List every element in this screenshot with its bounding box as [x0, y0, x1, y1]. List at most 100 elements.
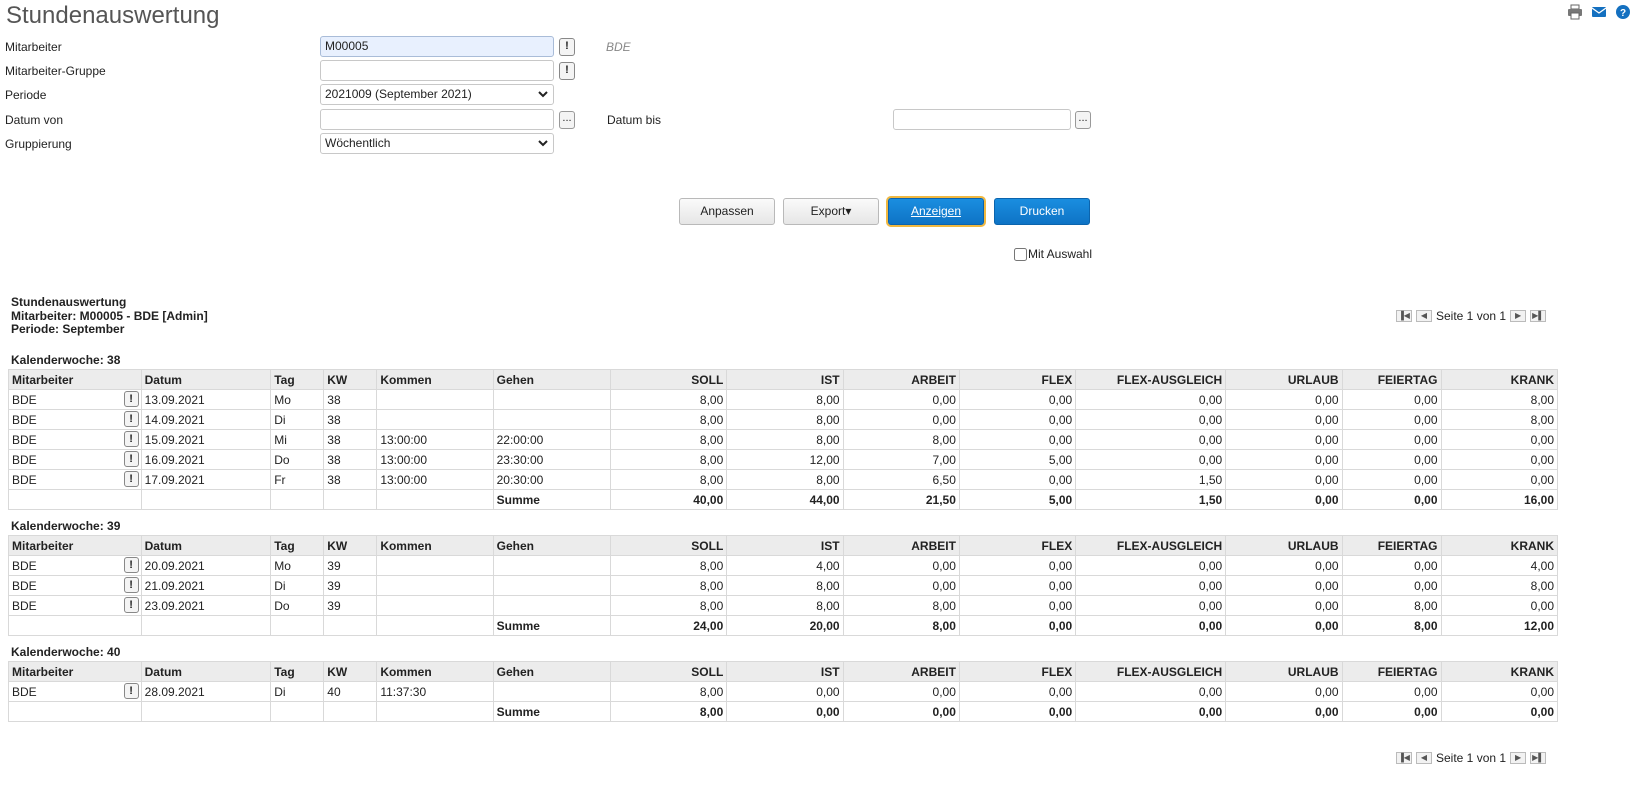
column-header[interactable]: KW: [323, 369, 378, 390]
column-header[interactable]: SOLL: [609, 369, 728, 390]
column-header[interactable]: Kommen: [376, 535, 494, 556]
column-header[interactable]: URLAUB: [1225, 369, 1343, 390]
anzeigen-button[interactable]: Anzeigen: [888, 198, 984, 225]
datum-von-input[interactable]: [320, 109, 554, 130]
mit-auswahl-checkbox[interactable]: [1014, 247, 1027, 261]
gruppe-input[interactable]: [320, 60, 554, 81]
column-header[interactable]: FLEX-AUSGLEICH: [1075, 661, 1227, 682]
table-cell: 0,00: [1341, 389, 1442, 410]
employee-info-button[interactable]: !: [123, 391, 139, 407]
table-cell: 0,00: [1440, 429, 1558, 450]
anpassen-button[interactable]: Anpassen: [679, 198, 775, 225]
help-icon[interactable]: ?: [1615, 4, 1631, 20]
next-page-icon[interactable]: ▶: [1510, 752, 1527, 764]
column-header[interactable]: IST: [726, 535, 844, 556]
prev-page-icon[interactable]: ◀: [1416, 310, 1432, 322]
employee-cell: BDE!: [8, 575, 142, 596]
table-cell: 38: [323, 409, 378, 430]
column-header[interactable]: Kommen: [376, 369, 494, 390]
column-header[interactable]: Datum: [140, 661, 272, 682]
table-cell: 38: [323, 449, 378, 470]
column-header[interactable]: Tag: [270, 535, 325, 556]
column-header[interactable]: Mitarbeiter: [8, 661, 142, 682]
column-header[interactable]: Gehen: [492, 535, 611, 556]
sum-cell: [376, 701, 494, 722]
sum-cell: [323, 489, 378, 510]
mail-icon[interactable]: [1591, 4, 1607, 20]
gruppierung-select[interactable]: Wöchentlich: [320, 133, 554, 154]
datum-bis-picker-button[interactable]: ...: [1075, 111, 1091, 129]
column-header[interactable]: Tag: [270, 661, 325, 682]
column-header[interactable]: ARBEIT: [842, 661, 960, 682]
last-page-icon[interactable]: ▶▌: [1530, 752, 1547, 764]
datum-bis-input[interactable]: [893, 109, 1071, 130]
column-header[interactable]: FLEX: [958, 369, 1077, 390]
column-header[interactable]: ARBEIT: [842, 369, 960, 390]
column-header[interactable]: Datum: [140, 369, 272, 390]
column-header[interactable]: KW: [323, 535, 378, 556]
column-header[interactable]: SOLL: [609, 661, 728, 682]
column-header[interactable]: Gehen: [492, 661, 611, 682]
table-cell: 28.09.2021: [140, 681, 272, 702]
column-header[interactable]: SOLL: [609, 535, 728, 556]
table-cell: 13:00:00: [376, 449, 494, 470]
column-header[interactable]: KRANK: [1440, 535, 1558, 556]
table-header-row: Mitarbeiter Datum Tag KW Kommen Gehen SOLL IST A…: [8, 661, 1558, 682]
column-header[interactable]: FEIERTAG: [1341, 369, 1442, 390]
column-header[interactable]: FLEX-AUSGLEICH: [1075, 535, 1227, 556]
first-page-icon[interactable]: ▐◀: [1396, 752, 1412, 764]
column-header[interactable]: FLEX-AUSGLEICH: [1075, 369, 1227, 390]
printer-icon[interactable]: [1567, 4, 1583, 20]
column-header[interactable]: FEIERTAG: [1341, 535, 1442, 556]
column-header[interactable]: Mitarbeiter: [8, 369, 142, 390]
employee-info-button[interactable]: !: [123, 597, 139, 613]
employee-info-button[interactable]: !: [123, 411, 139, 427]
prev-page-icon[interactable]: ◀: [1416, 752, 1432, 764]
column-header[interactable]: Mitarbeiter: [8, 535, 142, 556]
column-header[interactable]: Gehen: [492, 369, 611, 390]
table-cell: 0,00: [1341, 409, 1442, 430]
column-header[interactable]: ARBEIT: [842, 535, 960, 556]
mitarbeiter-input[interactable]: M00005: [320, 36, 554, 57]
sum-cell: [270, 489, 325, 510]
export-button[interactable]: Export▾: [783, 198, 879, 225]
table-cell: Di: [270, 575, 325, 596]
column-header[interactable]: URLAUB: [1225, 535, 1343, 556]
mit-auswahl-label: Mit Auswahl: [1028, 247, 1093, 261]
table-cell: 8,00: [842, 595, 960, 616]
table-cell: 8,00: [726, 409, 844, 430]
column-header[interactable]: KW: [323, 661, 378, 682]
employee-info-button[interactable]: !: [123, 451, 139, 467]
table-cell: 13:00:00: [376, 429, 494, 450]
employee-cell: BDE!: [8, 449, 142, 470]
next-page-icon[interactable]: ▶: [1510, 310, 1527, 322]
column-header[interactable]: KRANK: [1440, 369, 1558, 390]
gruppe-lookup-button[interactable]: !: [559, 62, 575, 80]
mitarbeiter-lookup-button[interactable]: !: [559, 38, 575, 56]
column-header[interactable]: Kommen: [376, 661, 494, 682]
table-cell: 40: [323, 681, 378, 702]
column-header[interactable]: URLAUB: [1225, 661, 1343, 682]
employee-info-button[interactable]: !: [123, 431, 139, 447]
column-header[interactable]: IST: [726, 369, 844, 390]
column-header[interactable]: Datum: [140, 535, 272, 556]
column-header[interactable]: KRANK: [1440, 661, 1558, 682]
datum-von-picker-button[interactable]: ...: [559, 111, 575, 129]
sum-cell: 0,00: [1075, 615, 1227, 636]
column-header[interactable]: FEIERTAG: [1341, 661, 1442, 682]
employee-info-button[interactable]: !: [123, 471, 139, 487]
employee-info-button[interactable]: !: [123, 557, 139, 573]
column-header[interactable]: FLEX: [958, 661, 1077, 682]
first-page-icon[interactable]: ▐◀: [1396, 310, 1412, 322]
drucken-button[interactable]: Drucken: [994, 198, 1090, 225]
table-cell: [492, 555, 611, 576]
last-page-icon[interactable]: ▶▌: [1530, 310, 1547, 322]
column-header[interactable]: FLEX: [958, 535, 1077, 556]
column-header[interactable]: Tag: [270, 369, 325, 390]
periode-select[interactable]: 2021009 (September 2021): [320, 84, 554, 105]
column-header[interactable]: IST: [726, 661, 844, 682]
table-cell: 8,00: [609, 469, 728, 490]
employee-info-button[interactable]: !: [123, 577, 139, 593]
sum-cell: [140, 615, 272, 636]
employee-info-button[interactable]: !: [123, 683, 139, 699]
